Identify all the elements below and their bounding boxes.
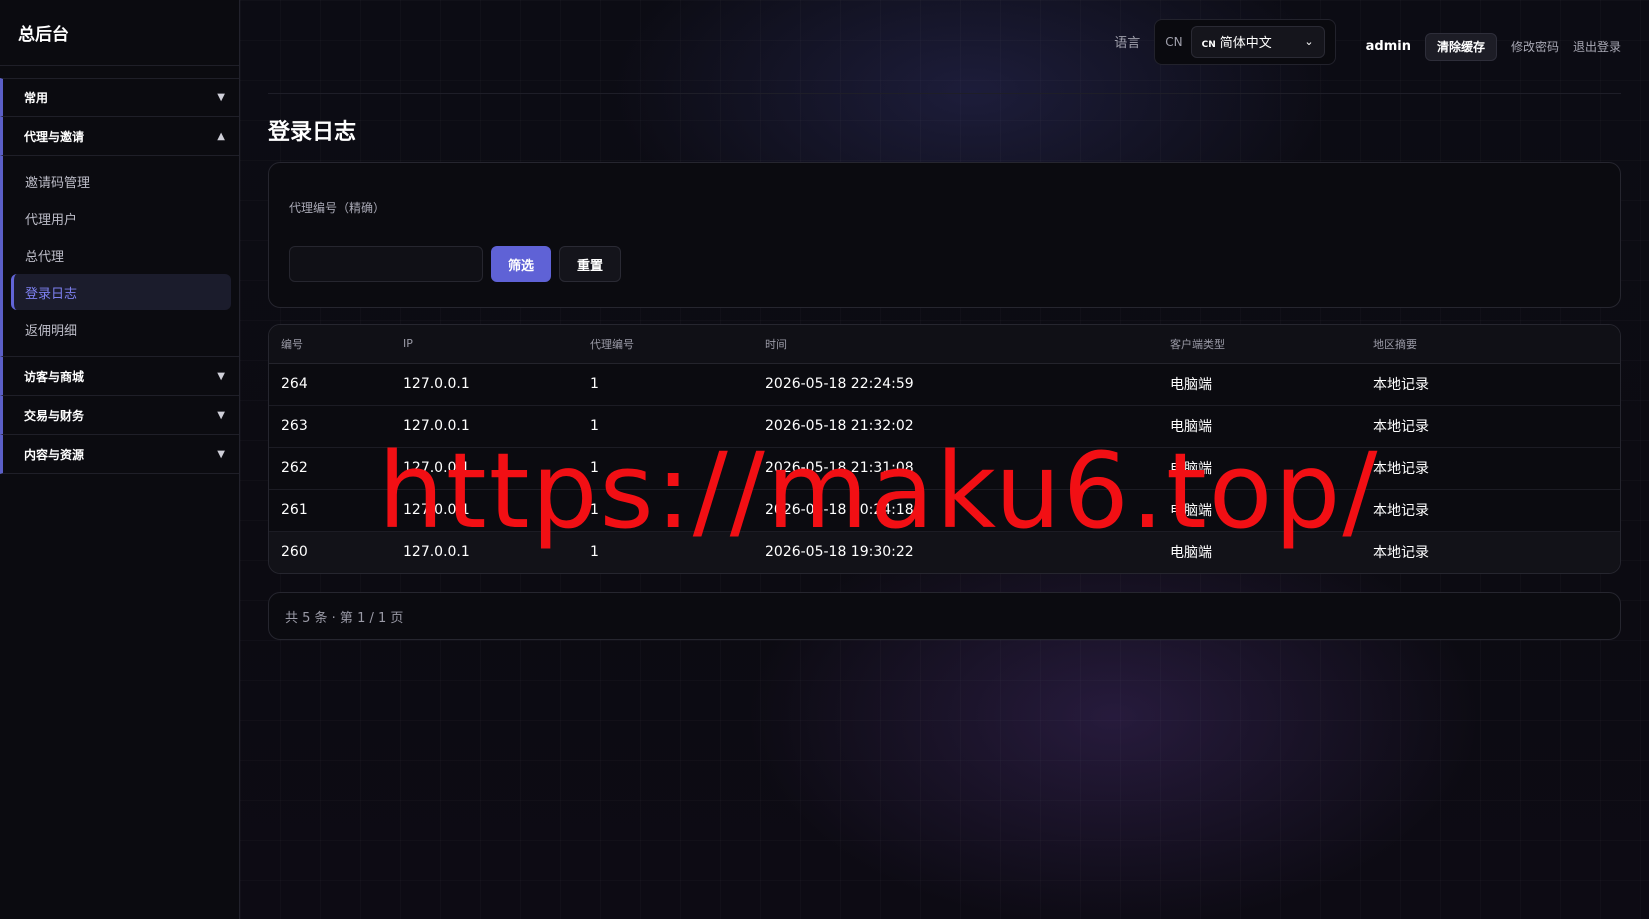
topbar: 语言 CN CN 简体中文 ⌄ admin 清除缓存 修改密码 退出登录 bbox=[268, 0, 1621, 94]
column-header-region: 地区摘要 bbox=[1361, 325, 1620, 364]
cell-agent-id: 1 bbox=[578, 531, 753, 573]
sidebar-item-invite-codes[interactable]: 邀请码管理 bbox=[11, 163, 231, 199]
login-log-table: 编号 IP 代理编号 时间 客户端类型 地区摘要 264 127.0.0.1 1… bbox=[269, 325, 1620, 573]
brand-title: 总后台 bbox=[0, 0, 239, 66]
cell-agent-id: 1 bbox=[578, 489, 753, 532]
chevron-up-icon: ▲ bbox=[217, 130, 225, 142]
cell-region: 本地记录 bbox=[1361, 489, 1620, 532]
cell-ip: 127.0.0.1 bbox=[391, 363, 578, 406]
cell-ip: 127.0.0.1 bbox=[391, 531, 578, 573]
cell-ip: 127.0.0.1 bbox=[391, 447, 578, 490]
column-header-agent-id: 代理编号 bbox=[578, 325, 753, 364]
clear-cache-button[interactable]: 清除缓存 bbox=[1424, 32, 1497, 61]
cell-ip: 127.0.0.1 bbox=[391, 489, 578, 532]
username: admin bbox=[1365, 39, 1411, 54]
nav-group-common[interactable]: 常用 ▼ bbox=[0, 78, 239, 117]
reset-button[interactable]: 重置 bbox=[559, 246, 621, 282]
change-password-link[interactable]: 修改密码 bbox=[1511, 38, 1559, 55]
cell-id: 261 bbox=[269, 489, 391, 532]
filter-row: 筛选 重置 bbox=[289, 246, 1600, 282]
cell-id: 260 bbox=[269, 531, 391, 573]
agent-id-label: 代理编号（精确） bbox=[289, 201, 386, 215]
cell-agent-id: 1 bbox=[578, 447, 753, 490]
cell-client-type: 电脑端 bbox=[1158, 363, 1361, 406]
flag-icon: CN bbox=[1201, 40, 1216, 50]
sidebar-item-commission[interactable]: 返佣明细 bbox=[11, 311, 231, 347]
pagination-summary: 共 5 条 · 第 1 / 1 页 bbox=[285, 610, 404, 626]
table-header-row: 编号 IP 代理编号 时间 客户端类型 地区摘要 bbox=[269, 325, 1620, 364]
column-header-id: 编号 bbox=[269, 325, 391, 364]
sidebar: 总后台 常用 ▼ 代理与邀请 ▲ 邀请码管理 代理用户 总代理 登录日志 返佣明… bbox=[0, 0, 240, 919]
cell-id: 264 bbox=[269, 363, 391, 406]
cell-time: 2026-05-18 22:24:59 bbox=[753, 363, 1158, 406]
cell-client-type: 电脑端 bbox=[1158, 489, 1361, 532]
cell-agent-id: 1 bbox=[578, 363, 753, 406]
cell-time: 2026-05-18 19:30:22 bbox=[753, 531, 1158, 573]
nav-submenu: 邀请码管理 代理用户 总代理 登录日志 返佣明细 bbox=[0, 156, 239, 357]
language-select-value: CN 简体中文 bbox=[1202, 32, 1272, 51]
filter-button[interactable]: 筛选 bbox=[491, 246, 551, 282]
cell-region: 本地记录 bbox=[1361, 363, 1620, 406]
sidebar-item-general-agent[interactable]: 总代理 bbox=[11, 237, 231, 273]
main-content: 语言 CN CN 简体中文 ⌄ admin 清除缓存 修改密码 退出登录 登录日志… bbox=[240, 0, 1649, 919]
cell-region: 本地记录 bbox=[1361, 447, 1620, 490]
cell-time: 2026-05-18 21:32:02 bbox=[753, 405, 1158, 448]
nav-group-label: 交易与财务 bbox=[24, 408, 85, 423]
cell-client-type: 电脑端 bbox=[1158, 447, 1361, 490]
chevron-down-icon: ⌄ bbox=[1304, 35, 1314, 48]
cell-ip: 127.0.0.1 bbox=[391, 405, 578, 448]
column-header-client-type: 客户端类型 bbox=[1158, 325, 1361, 364]
login-log-table-card: 编号 IP 代理编号 时间 客户端类型 地区摘要 264 127.0.0.1 1… bbox=[268, 324, 1621, 574]
nav-group-label: 代理与邀请 bbox=[24, 129, 85, 144]
table-row: 260 127.0.0.1 1 2026-05-18 19:30:22 电脑端 … bbox=[269, 531, 1620, 573]
nav-group-label: 内容与资源 bbox=[24, 447, 85, 462]
chevron-down-icon: ▼ bbox=[217, 448, 225, 460]
sidebar-item-login-log[interactable]: 登录日志 bbox=[11, 274, 231, 310]
pagination-panel: 共 5 条 · 第 1 / 1 页 bbox=[268, 592, 1621, 640]
nav-group-agent-invite[interactable]: 代理与邀请 ▲ bbox=[0, 117, 239, 156]
cell-id: 263 bbox=[269, 405, 391, 448]
language-box: CN CN 简体中文 ⌄ bbox=[1154, 18, 1336, 65]
nav-group-trade-finance[interactable]: 交易与财务 ▼ bbox=[0, 396, 239, 435]
nav-group-label: 常用 bbox=[24, 91, 49, 105]
chevron-down-icon: ▼ bbox=[217, 409, 225, 421]
agent-id-input[interactable] bbox=[289, 246, 483, 282]
language-label: 语言 bbox=[1114, 36, 1141, 51]
table-row: 262 127.0.0.1 1 2026-05-18 21:31:08 电脑端 … bbox=[269, 447, 1620, 490]
language-code: CN bbox=[1165, 34, 1183, 49]
nav-group-visitor-mall[interactable]: 访客与商城 ▼ bbox=[0, 357, 239, 396]
nav-group-content-resources[interactable]: 内容与资源 ▼ bbox=[0, 435, 239, 474]
chevron-down-icon: ▼ bbox=[217, 370, 225, 382]
logout-link[interactable]: 退出登录 bbox=[1573, 38, 1621, 55]
cell-time: 2026-05-18 21:31:08 bbox=[753, 447, 1158, 490]
cell-client-type: 电脑端 bbox=[1158, 405, 1361, 448]
cell-time: 2026-05-18 20:24:18 bbox=[753, 489, 1158, 532]
cell-region: 本地记录 bbox=[1361, 531, 1620, 573]
chevron-down-icon: ▼ bbox=[217, 92, 225, 103]
cell-id: 262 bbox=[269, 447, 391, 490]
table-row: 261 127.0.0.1 1 2026-05-18 20:24:18 电脑端 … bbox=[269, 489, 1620, 532]
language-select[interactable]: CN 简体中文 ⌄ bbox=[1190, 25, 1325, 58]
language-name: 简体中文 bbox=[1219, 36, 1272, 51]
table-row: 263 127.0.0.1 1 2026-05-18 21:32:02 电脑端 … bbox=[269, 405, 1620, 448]
cell-region: 本地记录 bbox=[1361, 405, 1620, 448]
column-header-ip: IP bbox=[391, 325, 578, 364]
cell-client-type: 电脑端 bbox=[1158, 531, 1361, 573]
table-row: 264 127.0.0.1 1 2026-05-18 22:24:59 电脑端 … bbox=[269, 363, 1620, 406]
sidebar-item-agent-users[interactable]: 代理用户 bbox=[11, 200, 231, 236]
cell-agent-id: 1 bbox=[578, 405, 753, 448]
column-header-time: 时间 bbox=[753, 325, 1158, 364]
page-title: 登录日志 bbox=[268, 120, 357, 145]
nav-group-label: 访客与商城 bbox=[24, 369, 85, 384]
filter-panel: 代理编号（精确） 筛选 重置 bbox=[268, 162, 1621, 308]
